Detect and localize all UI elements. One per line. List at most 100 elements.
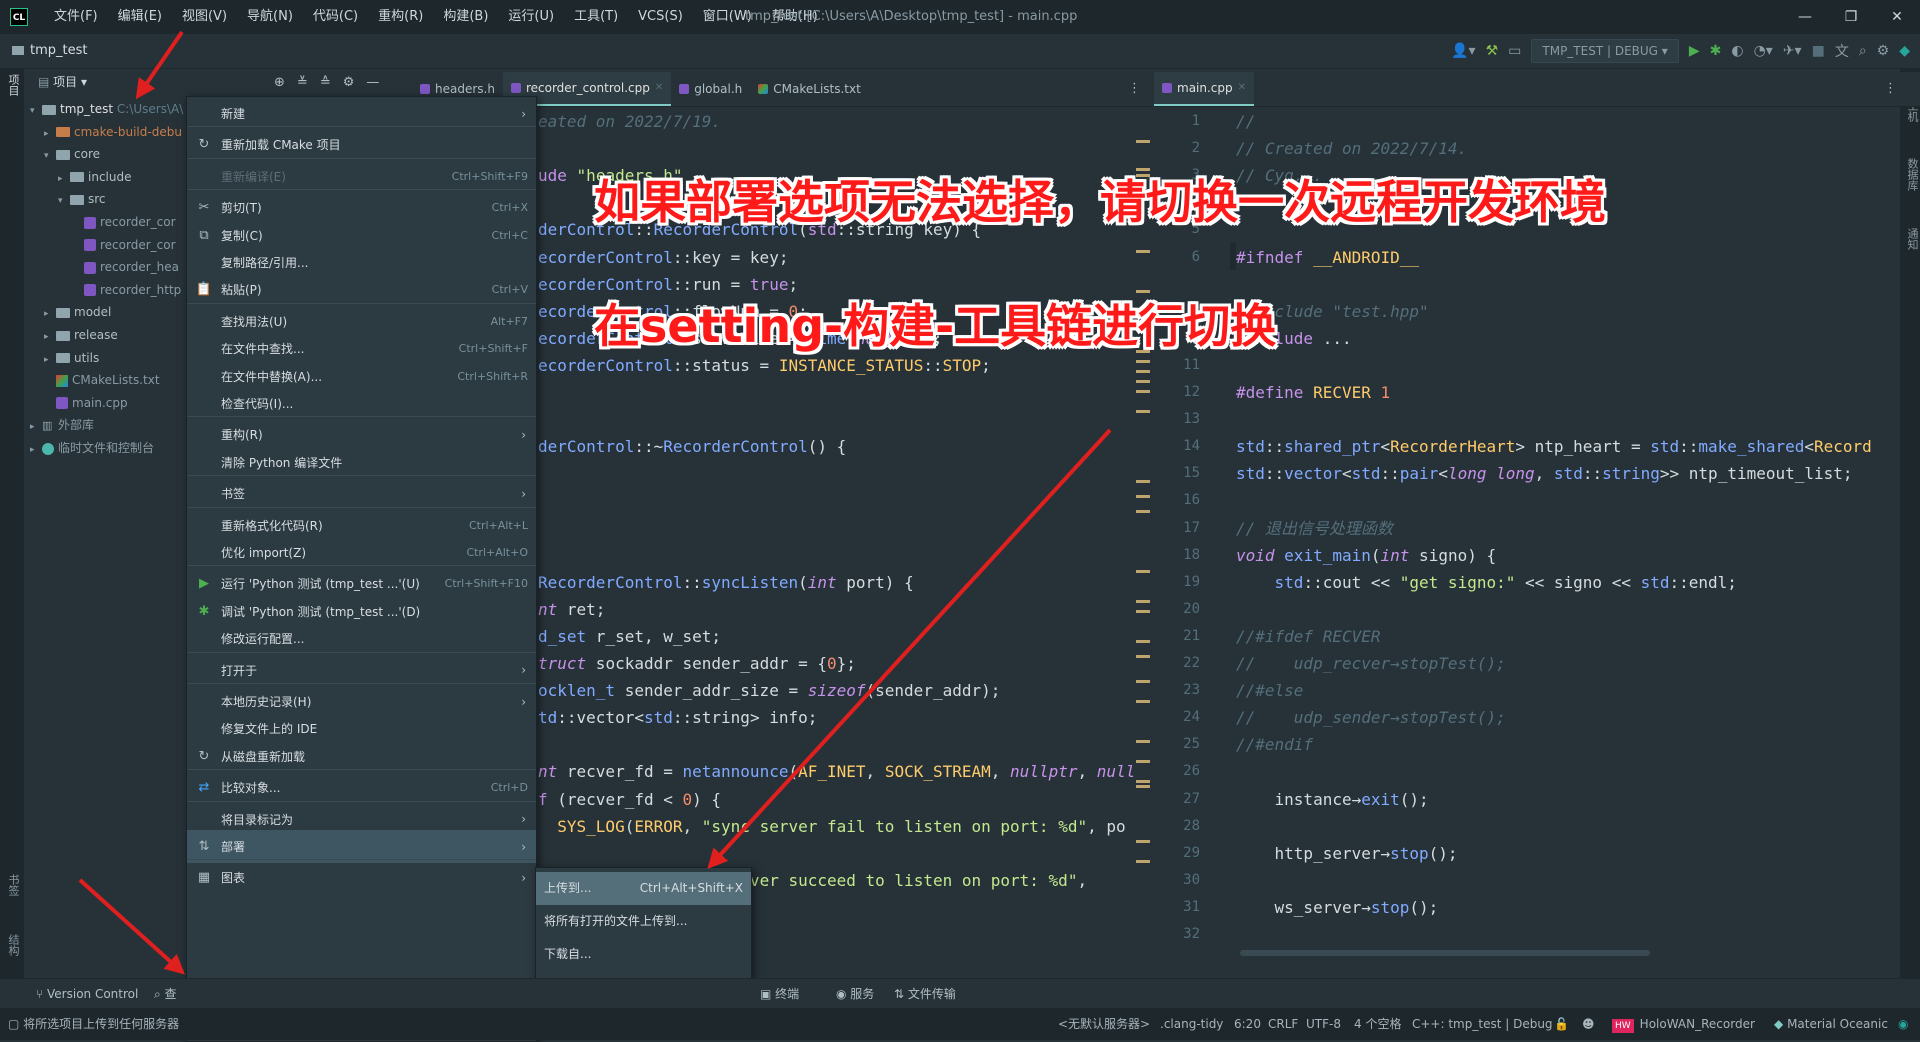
run-config-select[interactable]: TMP_TEST | DEBUG ▾ [1531, 39, 1679, 63]
tab-close-icon[interactable]: ✕ [655, 71, 663, 105]
tree-item[interactable]: ▸ utils [24, 347, 99, 369]
ctx-reload-cmake[interactable]: ↻ 重新加载 CMake 项目 [187, 128, 536, 161]
tabs-more-icon[interactable]: ⋮ [1128, 72, 1141, 106]
status-clang-tidy[interactable]: .clang-tidy [1160, 1008, 1223, 1040]
breadcrumb-project[interactable]: tmp_test [12, 34, 87, 68]
warning-marker[interactable] [1136, 250, 1150, 253]
menu-item[interactable]: VCS(S) [628, 0, 693, 34]
tree-item[interactable]: ▾ src [24, 188, 106, 210]
expand-all-icon[interactable]: ≚ [297, 75, 308, 90]
warning-marker[interactable] [1136, 380, 1150, 383]
tree-item[interactable]: ▸ cmake-build-debu [24, 121, 182, 143]
warning-marker[interactable] [1136, 680, 1150, 683]
build-hammer-icon[interactable]: ⚒ [1486, 43, 1499, 59]
status-server[interactable]: <无默认服务器> [1058, 1008, 1150, 1040]
locate-icon[interactable]: ⊕ [274, 75, 285, 90]
tool-project-label[interactable]: 项目 [5, 74, 21, 96]
minimize-icon[interactable]: — [1782, 0, 1828, 34]
ctx-reload-from-disk[interactable]: ↻ 从磁盘重新加载 [187, 740, 536, 773]
expand-arrow-icon[interactable]: ▾ [44, 145, 56, 167]
collapse-arrow-icon[interactable]: ▸ [30, 416, 42, 438]
ctx-bookmarks[interactable]: 书签 › [187, 477, 536, 510]
warning-marker[interactable] [1136, 780, 1150, 783]
tree-item[interactable]: recorder_http [24, 279, 181, 301]
close-window-icon[interactable]: ✕ [1874, 0, 1920, 34]
search-icon[interactable]: ⌕ [1859, 43, 1867, 59]
collapse-arrow-icon[interactable]: ▸ [44, 326, 56, 348]
warning-marker[interactable] [1136, 760, 1150, 763]
project-panel-title[interactable]: ▤ 项目 ▾ [38, 68, 87, 96]
profile-icon[interactable]: ◔▾ [1754, 43, 1773, 59]
status-plugin[interactable]: HW HoloWAN_Recorder [1612, 1008, 1755, 1040]
debug-icon[interactable]: ✱ [1710, 43, 1722, 59]
translate-icon[interactable]: 文 [1835, 41, 1849, 61]
plugin-logo-icon[interactable]: ◆ [1899, 43, 1910, 59]
tool-services[interactable]: ◉ 服务 [836, 979, 874, 1009]
ctx-open-in[interactable]: 打开于 › [187, 654, 536, 687]
warning-marker[interactable] [1136, 370, 1150, 373]
warning-marker[interactable] [1136, 740, 1150, 743]
stop-icon[interactable]: ■ [1812, 43, 1825, 59]
tree-item[interactable]: recorder_cor [24, 234, 176, 256]
editor-left[interactable]: eated on 2022/7/19. ude "headers.h" derCon… [538, 108, 1150, 958]
menu-item[interactable]: 工具(T) [564, 0, 628, 34]
status-line-separator[interactable]: CRLF [1268, 1008, 1298, 1040]
ctx-modify-run-config[interactable]: 修改运行配置... [187, 622, 536, 655]
status-encoding[interactable]: UTF-8 [1306, 1008, 1341, 1040]
warning-marker[interactable] [1136, 480, 1150, 483]
warning-marker[interactable] [1136, 410, 1150, 413]
ctx-new[interactable]: 新建 › [187, 97, 536, 130]
submenu-item[interactable]: 上传到... Ctrl+Alt+Shift+X [536, 872, 751, 905]
status-indent[interactable]: 4 个空格 [1354, 1008, 1401, 1040]
collapse-arrow-icon[interactable]: ▸ [44, 303, 56, 325]
warning-marker[interactable] [1136, 840, 1150, 843]
options-gear-icon[interactable]: ⚙ [343, 75, 355, 90]
expand-arrow-icon[interactable]: ▾ [58, 190, 70, 212]
run-icon[interactable]: ▶ [1689, 43, 1700, 59]
status-plugin-logo-icon[interactable]: ◉ [1898, 1008, 1908, 1040]
attach-icon[interactable]: ✈▾ [1783, 43, 1802, 59]
warning-marker[interactable] [1136, 655, 1150, 658]
tree-item[interactable]: CMakeLists.txt [24, 369, 160, 391]
collapse-arrow-icon[interactable]: ▸ [58, 168, 70, 190]
expand-arrow-icon[interactable]: ▾ [30, 100, 42, 122]
status-context[interactable]: C++: tmp_test | Debug [1412, 1008, 1553, 1040]
tree-item[interactable]: ▸ include [24, 166, 131, 188]
tab-close-icon[interactable]: ✕ [1238, 71, 1246, 105]
warning-marker[interactable] [1136, 510, 1150, 513]
ctx-clean-python[interactable]: 清除 Python 编译文件 [187, 446, 536, 479]
ctx-inspect-code[interactable]: 检查代码(I)... [187, 387, 536, 420]
ctx-deployment[interactable]: ⇅ 部署 › [187, 830, 536, 863]
collapse-all-icon[interactable]: ≙ [320, 75, 331, 90]
warning-marker[interactable] [1136, 785, 1150, 788]
settings-gear-icon[interactable]: ⚙ [1877, 43, 1890, 59]
coverage-icon[interactable]: ◐ [1731, 43, 1743, 59]
submenu-item[interactable]: 下载自... [536, 938, 751, 971]
warning-marker[interactable] [1136, 360, 1150, 363]
ctx-compare-with[interactable]: ⇄ 比较对象... Ctrl+D [187, 771, 536, 804]
lock-icon[interactable]: 🔓 [1554, 1008, 1569, 1040]
menu-item[interactable]: 视图(V) [172, 0, 237, 34]
tree-item[interactable]: ▸ ▥ 外部库 [24, 414, 94, 436]
horizontal-scrollbar[interactable] [1240, 950, 1650, 956]
editor-tab[interactable]: global.h [671, 72, 750, 106]
status-toggle-icon[interactable]: ▢ [8, 1017, 19, 1031]
editor-right[interactable]: //// Created on 2022/7/14.// Cyg... #ifnd… [1236, 108, 1900, 958]
hide-panel-icon[interactable]: — [366, 75, 379, 90]
tree-item[interactable]: ▸ 临时文件和控制台 [24, 437, 154, 459]
tree-item[interactable]: recorder_hea [24, 256, 179, 278]
collapse-arrow-icon[interactable]: ▸ [30, 439, 42, 461]
warning-marker[interactable] [1136, 495, 1150, 498]
tool-version-control[interactable]: ⑂ Version Control [36, 979, 138, 1009]
tree-item[interactable]: ▸ model [24, 301, 111, 323]
status-position[interactable]: 6:20 [1234, 1008, 1261, 1040]
inspector-icon[interactable]: ☻ [1582, 1008, 1595, 1040]
tool-terminal[interactable]: ▣ 终端 [760, 979, 799, 1009]
menu-item[interactable]: 编辑(E) [108, 0, 172, 34]
tool-file-transfer[interactable]: ⇅ 文件传输 [894, 979, 956, 1009]
status-theme[interactable]: ◆ Material Oceanic [1774, 1008, 1888, 1040]
warning-marker[interactable] [1136, 390, 1150, 393]
tool-database-label[interactable]: 数据库 [1904, 158, 1920, 191]
tree-item[interactable]: ▾ tmp_test C:\Users\A\ [24, 98, 183, 120]
tree-item[interactable]: ▸ release [24, 324, 118, 346]
